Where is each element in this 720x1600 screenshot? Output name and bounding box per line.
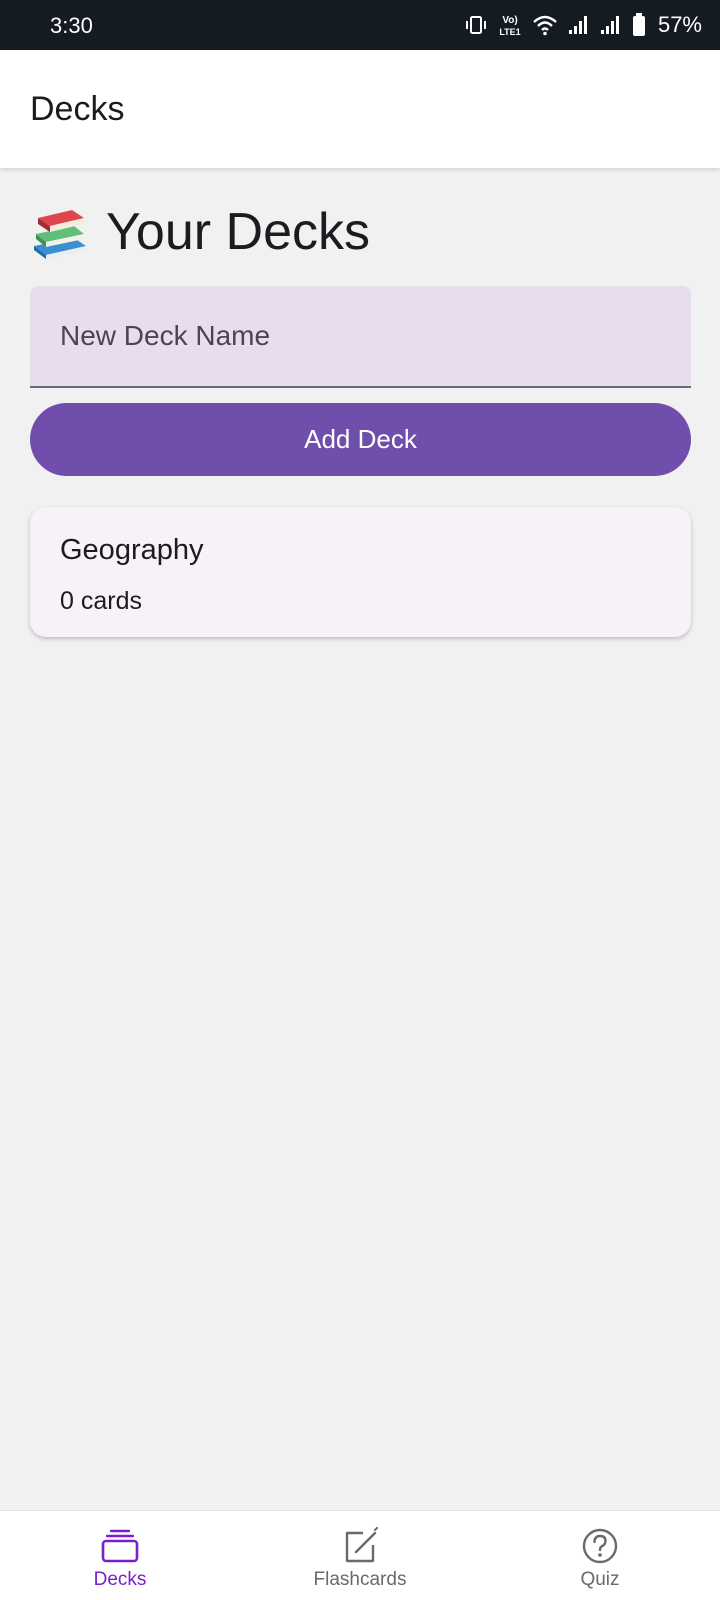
signal-icon [568, 16, 587, 34]
volte-icon: Vo) LTE1 [499, 15, 520, 37]
decks-icon [101, 1529, 139, 1563]
vibrate-icon [465, 16, 486, 34]
status-time: 3:30 [50, 13, 93, 38]
help-circle-icon [582, 1528, 618, 1564]
status-bar: 3:30 Vo) LTE1 57% [0, 0, 720, 50]
signal-icon [600, 16, 619, 34]
nav-item-decks[interactable]: Decks [0, 1511, 240, 1600]
page-heading-text: Your Decks [106, 203, 370, 261]
nav-label-flashcards: Flashcards [313, 1569, 407, 1590]
svg-text:LTE1: LTE1 [499, 27, 520, 37]
nav-label-decks: Decks [93, 1569, 147, 1590]
books-icon [34, 210, 86, 259]
new-deck-name-field[interactable] [30, 286, 691, 388]
new-deck-name-input[interactable] [30, 286, 691, 386]
app-bar-title: Decks [30, 90, 125, 128]
page-heading: Your Decks [30, 202, 370, 262]
add-deck-button[interactable]: Add Deck [30, 403, 691, 476]
deck-card-count: 0 cards [60, 587, 142, 615]
nav-item-flashcards[interactable]: Flashcards [240, 1511, 480, 1600]
deck-card[interactable]: Geography 0 cards [30, 507, 691, 637]
bottom-navigation: Decks Flashcards Quiz [0, 1510, 720, 1600]
battery-icon [632, 13, 645, 36]
app-bar: Decks [0, 50, 720, 168]
battery-percent: 57% [657, 12, 702, 37]
status-icons: Vo) LTE1 57% [464, 10, 702, 40]
edit-note-icon [345, 1527, 378, 1563]
wifi-icon [533, 15, 557, 36]
deck-name: Geography [60, 534, 204, 566]
svg-text:Vo): Vo) [502, 15, 517, 26]
nav-label-quiz: Quiz [580, 1569, 620, 1590]
nav-item-quiz[interactable]: Quiz [480, 1511, 720, 1600]
